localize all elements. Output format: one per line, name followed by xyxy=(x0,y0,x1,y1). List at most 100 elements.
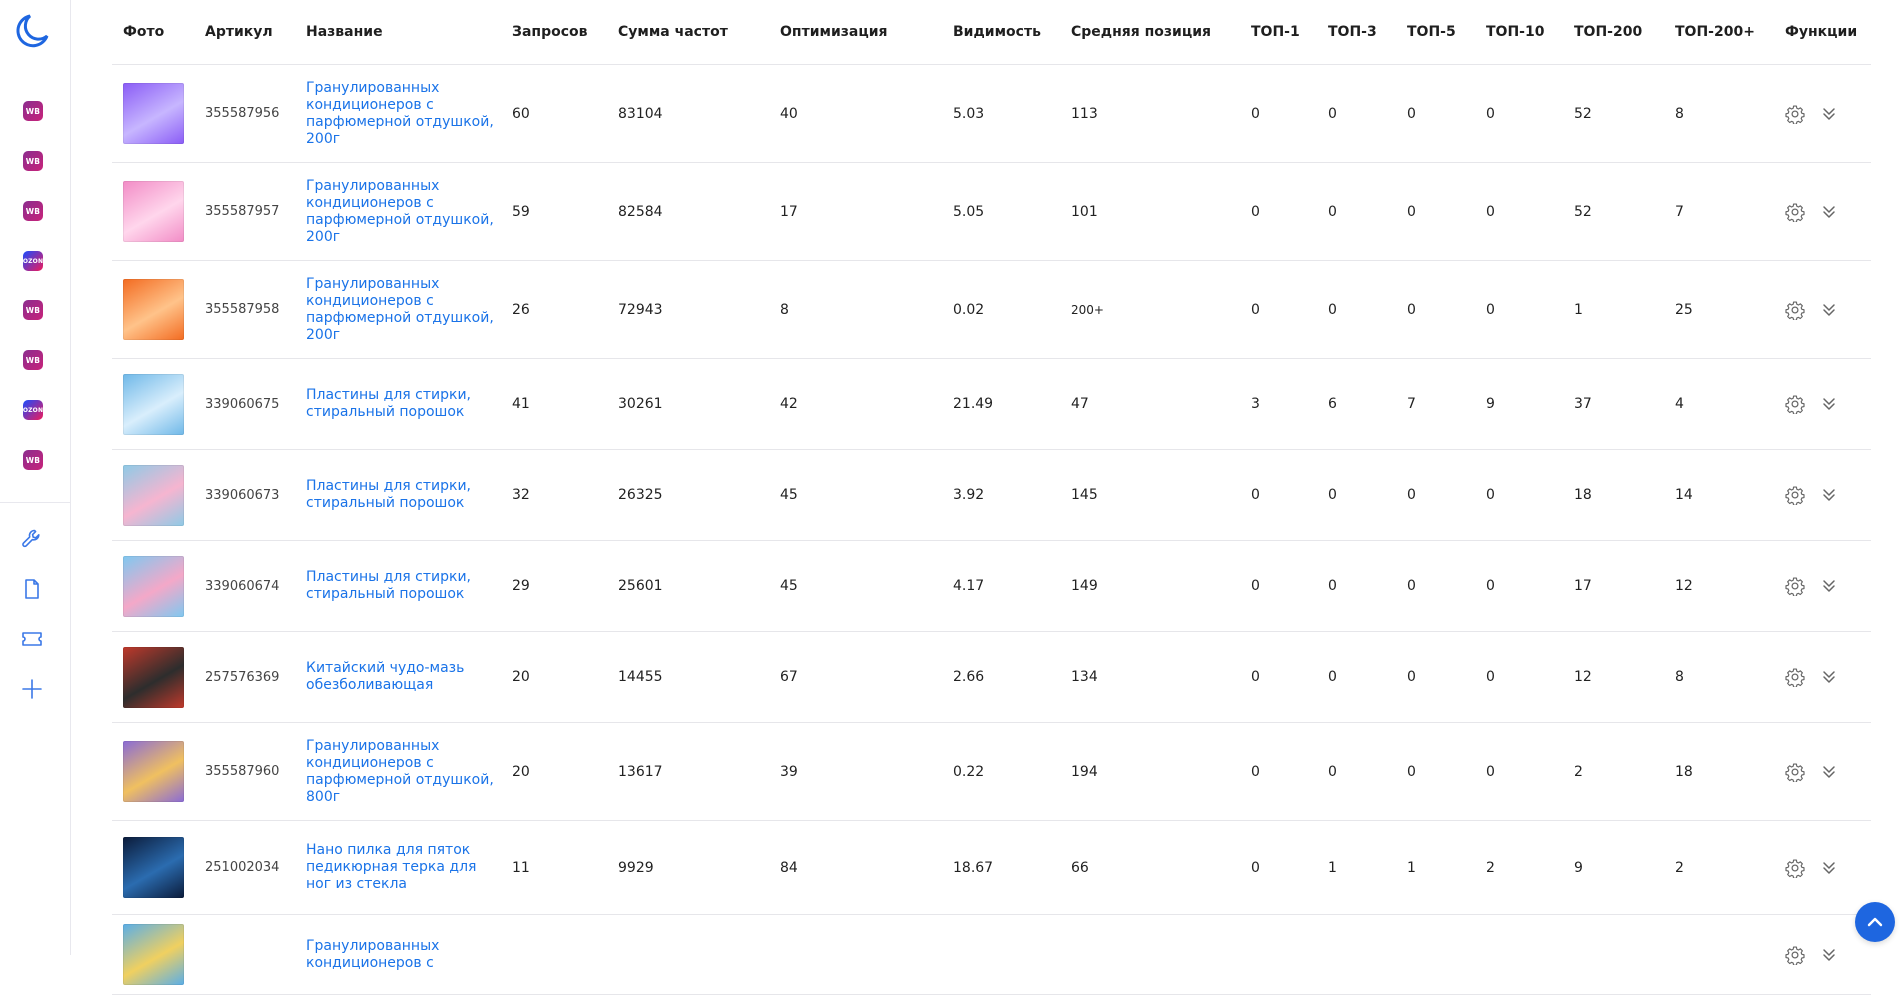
double-chevron-down-icon[interactable] xyxy=(1819,576,1839,596)
top1-cell: 0 xyxy=(1240,449,1317,541)
top10-cell: 0 xyxy=(1475,162,1563,261)
column-header[interactable]: Запросов xyxy=(501,0,607,65)
table-row[interactable]: 355587960 Гранулированных кондиционеров с… xyxy=(112,722,1871,821)
name-cell: Пластины для стирки, стиральный порошок xyxy=(295,358,501,450)
gear-icon[interactable] xyxy=(1785,202,1805,222)
column-header[interactable]: Фото xyxy=(112,0,194,65)
double-chevron-down-icon[interactable] xyxy=(1819,104,1839,124)
gear-icon[interactable] xyxy=(1785,667,1805,687)
top5-cell: 0 xyxy=(1396,449,1475,541)
column-header[interactable]: Название xyxy=(295,0,501,65)
scroll-to-top-button[interactable] xyxy=(1855,902,1895,942)
table-row[interactable]: 257576369 Китайский чудо-мазь обезболиваю… xyxy=(112,631,1871,723)
column-header[interactable]: ТОП-10 xyxy=(1475,0,1563,65)
requests-cell: 20 xyxy=(501,631,607,723)
double-chevron-down-icon[interactable] xyxy=(1819,202,1839,222)
double-chevron-down-icon[interactable] xyxy=(1819,300,1839,320)
marketplace-badge-wb[interactable]: WB xyxy=(23,300,43,320)
column-header[interactable]: Видимость xyxy=(942,0,1060,65)
product-thumbnail[interactable] xyxy=(123,83,184,144)
product-thumbnail[interactable] xyxy=(123,741,184,802)
top200-cell: 12 xyxy=(1563,631,1664,723)
product-name-link[interactable]: Гранулированных кондиционеров с парфюмер… xyxy=(306,276,494,343)
top5-cell: 0 xyxy=(1396,64,1475,163)
name-cell: Гранулированных кондиционеров с парфюмер… xyxy=(295,722,501,821)
top10-cell: 0 xyxy=(1475,631,1563,723)
double-chevron-down-icon[interactable] xyxy=(1819,485,1839,505)
visibility-cell: 5.05 xyxy=(942,162,1060,261)
product-name-link[interactable]: Китайский чудо-мазь обезболивающая xyxy=(306,660,464,693)
table-row[interactable]: 355587957 Гранулированных кондиционеров с… xyxy=(112,162,1871,261)
column-header[interactable]: Функции xyxy=(1774,0,1871,65)
column-header[interactable]: Сумма частот xyxy=(607,0,769,65)
column-header[interactable]: ТОП-1 xyxy=(1240,0,1317,65)
freq-sum-cell: 9929 xyxy=(607,820,769,915)
column-header[interactable]: Оптимизация xyxy=(769,0,942,65)
product-name-link[interactable]: Гранулированных кондиционеров с xyxy=(306,938,439,971)
gear-icon[interactable] xyxy=(1785,104,1805,124)
marketplace-badge-wb[interactable]: WB xyxy=(23,101,43,121)
table-row[interactable]: 355587956 Гранулированных кондиционеров с… xyxy=(112,64,1871,163)
requests-cell: 41 xyxy=(501,358,607,450)
column-header[interactable]: ТОП-3 xyxy=(1317,0,1396,65)
gear-icon[interactable] xyxy=(1785,394,1805,414)
product-thumbnail[interactable] xyxy=(123,181,184,242)
product-name-link[interactable]: Пластины для стирки, стиральный порошок xyxy=(306,387,471,420)
row-functions xyxy=(1785,202,1871,222)
plus-icon[interactable] xyxy=(20,677,44,701)
column-header[interactable]: Средняя позиция xyxy=(1060,0,1240,65)
document-icon[interactable] xyxy=(20,577,44,601)
top10-cell: 0 xyxy=(1475,722,1563,821)
table-header-row: Фото Артикул Название Запросов Сумма частот О… xyxy=(112,0,1871,65)
gear-icon[interactable] xyxy=(1785,762,1805,782)
article-cell: 355587960 xyxy=(194,722,295,821)
gear-icon[interactable] xyxy=(1785,858,1805,878)
product-thumbnail[interactable] xyxy=(123,837,184,898)
ticket-icon[interactable] xyxy=(20,627,44,651)
product-thumbnail[interactable] xyxy=(123,373,184,435)
gear-icon[interactable] xyxy=(1785,300,1805,320)
wrench-icon[interactable] xyxy=(20,527,44,551)
table-row[interactable]: 339060674 Пластины для стирки, стиральный… xyxy=(112,540,1871,632)
product-thumbnail[interactable] xyxy=(123,279,184,340)
product-name-link[interactable]: Пластины для стирки, стиральный порошок xyxy=(306,478,471,511)
optimization-cell: 39 xyxy=(769,722,942,821)
double-chevron-down-icon[interactable] xyxy=(1819,667,1839,687)
product-name-link[interactable]: Нано пилка для пяток педикюрная терка дл… xyxy=(306,842,476,892)
column-header[interactable]: ТОП-5 xyxy=(1396,0,1475,65)
double-chevron-down-icon[interactable] xyxy=(1819,858,1839,878)
gear-icon[interactable] xyxy=(1785,576,1805,596)
marketplace-badge-ozon[interactable]: OZON xyxy=(23,251,43,271)
top5-cell: 0 xyxy=(1396,722,1475,821)
column-header[interactable]: ТОП-200 xyxy=(1563,0,1664,65)
optimization-cell: 67 xyxy=(769,631,942,723)
table-row[interactable]: 339060673 Пластины для стирки, стиральный… xyxy=(112,449,1871,541)
marketplace-badge-wb[interactable]: WB xyxy=(23,201,43,221)
logo-icon[interactable] xyxy=(14,12,52,50)
gear-icon[interactable] xyxy=(1785,485,1805,505)
product-name-link[interactable]: Пластины для стирки, стиральный порошок xyxy=(306,569,471,602)
double-chevron-down-icon[interactable] xyxy=(1819,762,1839,782)
column-header[interactable]: ТОП-200+ xyxy=(1664,0,1774,65)
visibility-cell: 5.03 xyxy=(942,64,1060,163)
top200-cell: 17 xyxy=(1563,540,1664,632)
top200-cell: 1 xyxy=(1563,260,1664,359)
row-functions xyxy=(1785,485,1871,505)
product-name-link[interactable]: Гранулированных кондиционеров с парфюмер… xyxy=(306,80,494,147)
column-header[interactable]: Артикул xyxy=(194,0,295,65)
table-row[interactable]: 355587958 Гранулированных кондиционеров с… xyxy=(112,260,1871,359)
product-thumbnail[interactable] xyxy=(123,646,184,708)
table-row[interactable]: 251002034 Нано пилка для пяток педикюрная… xyxy=(112,820,1871,915)
product-thumbnail[interactable] xyxy=(123,555,184,617)
double-chevron-down-icon[interactable] xyxy=(1819,394,1839,414)
marketplace-badge-wb[interactable]: WB xyxy=(23,450,43,470)
functions-cell xyxy=(1774,722,1871,821)
marketplace-badge-wb[interactable]: WB xyxy=(23,151,43,171)
product-thumbnail[interactable] xyxy=(123,464,184,526)
product-name-link[interactable]: Гранулированных кондиционеров с парфюмер… xyxy=(306,738,494,805)
top1-cell: 0 xyxy=(1240,820,1317,915)
table-row[interactable]: 339060675 Пластины для стирки, стиральный… xyxy=(112,358,1871,450)
product-name-link[interactable]: Гранулированных кондиционеров с парфюмер… xyxy=(306,178,494,245)
marketplace-badge-wb[interactable]: WB xyxy=(23,350,43,370)
marketplace-badge-ozon[interactable]: OZON xyxy=(23,400,43,420)
